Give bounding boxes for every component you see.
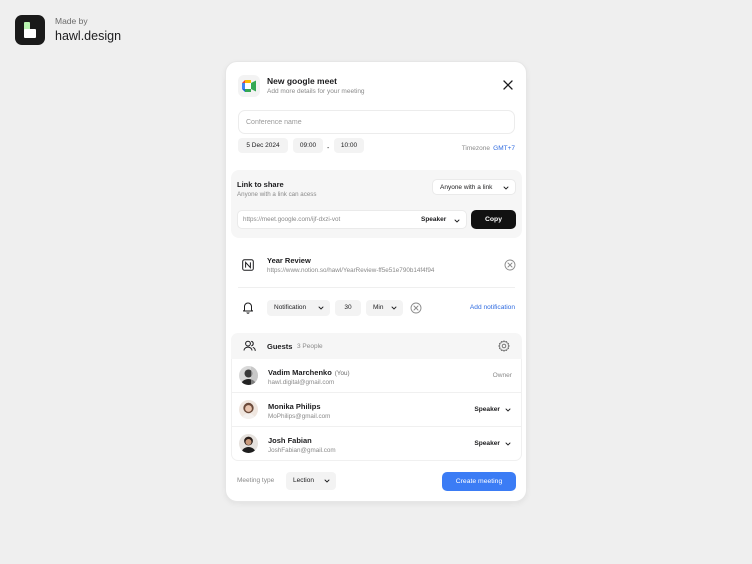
chevron-down-icon [454,219,460,223]
new-meeting-card: New google meet Add more details for you… [225,61,527,502]
dialog-subtitle: Add more details for your meeting [267,88,365,95]
date-picker[interactable]: 5 Dec 2024 [238,138,288,153]
meeting-link-text: https://meet.google.com/ijf-dxzi-vot [243,216,341,223]
remove-notification-icon[interactable] [410,302,422,314]
users-icon [243,340,256,351]
guest-email: JoshFabian@gmail.com [268,447,336,454]
meeting-type-label: Meeting type [237,477,275,484]
notification-unit-label: Min [373,304,384,311]
notification-unit-dropdown[interactable]: Min [366,300,403,316]
conference-name-input[interactable] [238,110,515,134]
brand: Made by hawl.design [15,15,121,45]
chevron-down-icon [324,479,330,483]
guest-row: Josh Fabian JoshFabian@gmail.com Speaker [232,426,521,459]
link-role-dropdown[interactable]: Speaker [421,216,446,223]
guest-role-dropdown[interactable]: Speaker [474,440,511,447]
guest-name: Monika Philips [268,402,321,411]
access-dropdown-label: Anyone with a link [440,184,493,191]
google-meet-icon [238,75,260,97]
guest-name: Vadim Marchenko (You) [268,368,350,377]
gear-icon[interactable] [498,340,510,352]
notification-type-dropdown[interactable]: Notification [267,300,330,316]
meeting-type-value: Lection [293,477,314,484]
avatar [239,400,258,419]
notification-amount-input[interactable]: 30 [335,300,361,316]
card-header: New google meet Add more details for you… [238,75,514,99]
create-meeting-button[interactable]: Create meeting [442,472,516,491]
chevron-down-icon [505,442,511,446]
guest-email: MoPhilips@gmail.com [268,413,331,420]
guest-row: Monika Philips MoPhilips@gmail.com Speak… [232,392,521,425]
chevron-down-icon [503,186,509,190]
guests-header: Guests 3 People [231,333,522,359]
end-time-picker[interactable]: 10:00 [334,138,364,153]
guest-you-tag: (You) [334,370,350,377]
meeting-type-dropdown[interactable]: Lection [286,472,336,490]
brand-name: hawl.design [55,28,122,43]
chevron-down-icon [318,306,324,310]
guest-list: Vadim Marchenko (You) hawl.digital@gmail.… [231,359,522,461]
close-icon[interactable] [502,79,514,91]
guest-role-label: Speaker [474,440,500,447]
bell-icon [243,302,253,314]
chevron-down-icon [391,306,397,310]
chevron-down-icon [505,408,511,412]
share-subtitle: Anyone with a link can acess [237,191,317,198]
guest-name-text: Vadim Marchenko [268,368,332,377]
notification-type-label: Notification [274,304,307,311]
add-notification-link[interactable]: Add notification [470,304,515,311]
made-by-label: Made by [55,15,88,26]
access-dropdown[interactable]: Anyone with a link [432,179,516,195]
remove-attachment-icon[interactable] [504,259,516,271]
hawl-logo-icon [15,15,45,45]
link-share-section: Link to share Anyone with a link can ace… [231,170,522,238]
attachment-title: Year Review [267,256,311,265]
guest-role-label: Speaker [474,406,500,413]
meeting-link-field[interactable]: https://meet.google.com/ijf-dxzi-vot Spe… [237,210,467,229]
attachment-url[interactable]: https://www.notion.so/hawl/YearReview-ff… [267,267,434,274]
guest-role-dropdown[interactable]: Speaker [474,406,511,413]
guest-role: Owner [492,372,512,379]
time-separator: - [327,145,330,152]
guest-row: Vadim Marchenko (You) hawl.digital@gmail.… [232,359,521,392]
dialog-title: New google meet [267,76,337,86]
start-time-picker[interactable]: 09:00 [293,138,323,153]
avatar [239,366,258,385]
timezone-selector[interactable]: GMT+7 [493,145,515,152]
guest-name: Josh Fabian [268,436,312,445]
guest-email: hawl.digital@gmail.com [268,379,335,386]
divider [238,287,515,288]
guests-count: 3 People [297,343,323,350]
avatar [239,434,258,453]
timezone-label: Timezone [461,145,490,152]
copy-link-button[interactable]: Copy [471,210,516,229]
notion-icon [242,259,254,271]
share-title: Link to share [237,180,284,189]
guests-title: Guests [267,342,293,351]
